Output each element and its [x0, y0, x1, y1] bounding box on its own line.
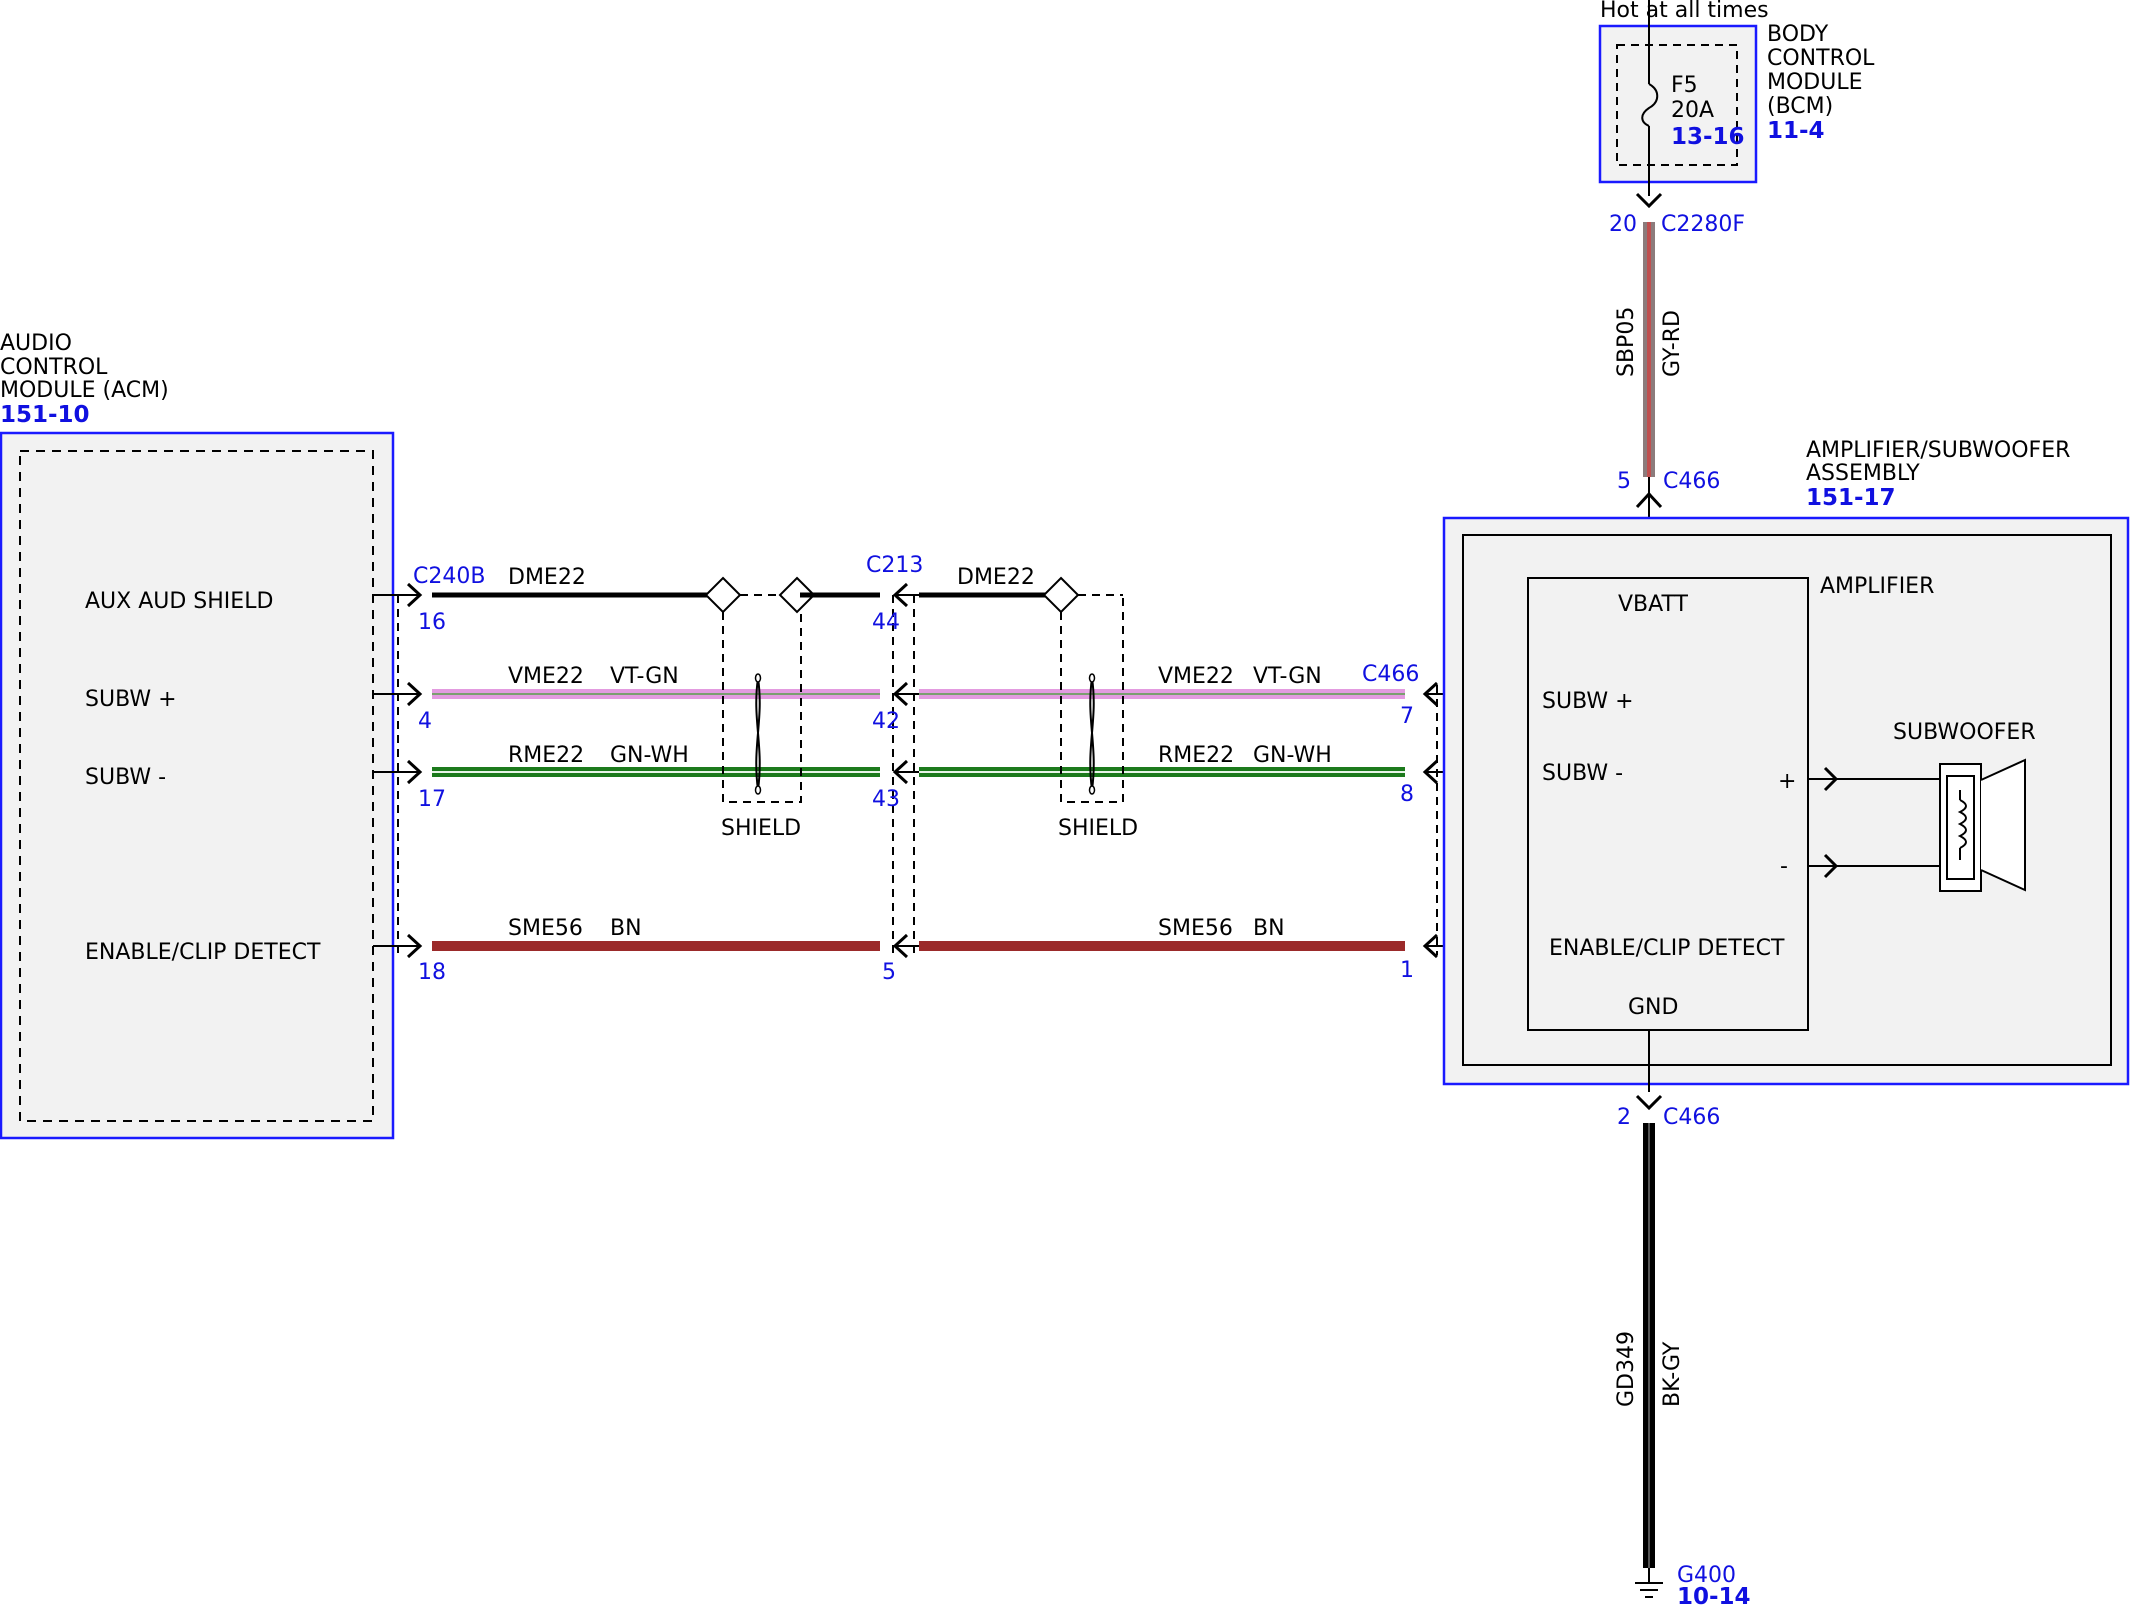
- acm-title-line-2: CONTROL: [0, 355, 108, 380]
- subwoofer-label: SUBWOOFER: [1893, 720, 2036, 745]
- wire-vme22-left-stripe: [432, 693, 880, 695]
- wire-gd349-color: BK-GY: [1660, 1341, 1685, 1407]
- wire-sme56-right: [919, 941, 1405, 951]
- subwoofer-speaker-icon: [1939, 758, 2026, 892]
- wire-vme22-label-right: VME22: [1158, 664, 1234, 689]
- acm-title-line-1: AUDIO: [0, 331, 72, 356]
- ground-ref: 10-14: [1677, 1584, 1751, 1606]
- amp-vbatt: VBATT: [1618, 592, 1689, 617]
- bcm-title-line-1: BODY: [1767, 22, 1829, 47]
- c240b-label: C240B: [413, 564, 485, 589]
- wire-dme22-label-left: DME22: [508, 565, 586, 590]
- wire-vme22-right-stripe: [919, 693, 1405, 695]
- bcm-title-line-4: (BCM): [1767, 94, 1833, 119]
- c2280f-pin-20: 20: [1609, 212, 1637, 237]
- hot-at-all-times-label: Hot at all times: [1600, 0, 1769, 23]
- c2280f-label: C2280F: [1661, 212, 1745, 237]
- amp-title-line-1: AMPLIFIER/SUBWOOFER: [1806, 438, 2070, 463]
- amp-minus-terminal: -: [1780, 854, 1788, 879]
- acm-module: AUDIO CONTROL MODULE (ACM) 151-10 AUX AU…: [0, 331, 395, 1140]
- wire-vt-gn-label-right: VT-GN: [1253, 664, 1322, 689]
- amp-plus-terminal: +: [1778, 769, 1796, 794]
- acm-pin-subw-minus: SUBW -: [85, 765, 166, 790]
- c240b-pin-17: 17: [418, 787, 446, 812]
- wire-rme22-label-right: RME22: [1158, 743, 1234, 768]
- amp-subw-plus: SUBW +: [1542, 689, 1634, 714]
- shield-splice-icon: [1042, 576, 1080, 614]
- wire-rme22-right-stripe: [919, 771, 1405, 773]
- wire-rme22-label-left: RME22: [508, 743, 584, 768]
- acm-ref: 151-10: [0, 402, 90, 428]
- wire-sme56-left: [432, 941, 880, 951]
- shield-label-left: SHIELD: [721, 816, 801, 841]
- shield-label-right: SHIELD: [1058, 816, 1138, 841]
- wire-sbp05-color: GY-RD: [1660, 310, 1685, 377]
- bcm-module: Hot at all times BODY CONTROL MODULE (BC…: [1598, 0, 1875, 237]
- c240b-pin-18: 18: [418, 960, 446, 985]
- wire-bn-label-right: BN: [1253, 916, 1285, 941]
- acm-pin-enable-clip-detect: ENABLE/CLIP DETECT: [85, 940, 321, 965]
- c213-label: C213: [866, 553, 923, 578]
- wire-bn-label-left: BN: [610, 916, 642, 941]
- wire-segment-right: DME22 VME22 VT-GN RME22 GN-WH SME56 BN S…: [919, 565, 1405, 951]
- bcm-title-line-2: CONTROL: [1767, 46, 1875, 71]
- wire-dme22-label-right: DME22: [957, 565, 1035, 590]
- c466-pin-5: 5: [1617, 469, 1631, 494]
- amplifier-block: [1527, 577, 1809, 1031]
- wire-rme22-left-stripe: [432, 771, 880, 773]
- wire-segment-left: DME22 VME22 VT-GN RME22 GN-WH SME56 BN S…: [432, 565, 880, 951]
- wire-vme22-label-left: VME22: [508, 664, 584, 689]
- c213-pin-44: 44: [872, 610, 900, 635]
- acm-pin-aux-aud-shield: AUX AUD SHIELD: [85, 589, 273, 614]
- c213-pin-5: 5: [882, 960, 896, 985]
- acm-title-line-3: MODULE (ACM): [0, 378, 169, 403]
- fuse-ref: 13-16: [1671, 124, 1745, 150]
- shield-splice-icon: [704, 576, 742, 614]
- c466-top-label: C466: [1663, 469, 1720, 494]
- wire-sbp05-circuit: SBP05: [1614, 307, 1639, 377]
- c466-side-label: C466: [1362, 662, 1419, 687]
- wire-vt-gn-label-left: VT-GN: [610, 664, 679, 689]
- c466-bottom-label: C466: [1663, 1105, 1720, 1130]
- c466-bottom-arrow-icon: [1635, 1094, 1663, 1111]
- c466-pin-7: 7: [1400, 704, 1414, 729]
- c240b-pin-16: 16: [418, 610, 446, 635]
- fuse-rating: 20A: [1671, 98, 1714, 123]
- wire-gn-wh-label-right: GN-WH: [1253, 743, 1332, 768]
- wire-sbp05-stripe: [1647, 222, 1651, 477]
- acm-pin-subw-plus: SUBW +: [85, 687, 177, 712]
- bcm-ref: 11-4: [1767, 118, 1825, 144]
- wire-sme56-label-right: SME56: [1158, 916, 1233, 941]
- c213-pin-43: 43: [872, 787, 900, 812]
- wire-gn-wh-label-left: GN-WH: [610, 743, 689, 768]
- c466-pin-8: 8: [1400, 782, 1414, 807]
- wire-sme56-label-left: SME56: [508, 916, 583, 941]
- c466-pin-1: 1: [1400, 958, 1414, 983]
- bcm-title-line-3: MODULE: [1767, 70, 1863, 95]
- wire-gd349-stripe: [1648, 1123, 1650, 1568]
- c466-pin-2: 2: [1617, 1105, 1631, 1130]
- amp-gnd: GND: [1628, 995, 1678, 1020]
- fuse-name: F5: [1671, 73, 1698, 98]
- amp-subw-minus: SUBW -: [1542, 761, 1623, 786]
- amp-enable-clip-detect: ENABLE/CLIP DETECT: [1549, 936, 1785, 961]
- acm-box: [0, 431, 395, 1140]
- wiring-diagram: Hot at all times BODY CONTROL MODULE (BC…: [0, 0, 2130, 1606]
- wire-gd349-circuit: GD349: [1614, 1331, 1639, 1407]
- c240b-pin-4: 4: [418, 709, 432, 734]
- amplifier-subwoofer-assembly: AMPLIFIER/SUBWOOFER ASSEMBLY 151-17 AMPL…: [1442, 438, 2130, 1092]
- amp-ref: 151-17: [1806, 485, 1896, 511]
- wire-gd349: 2 C466 GD349 BK-GY G400 10-14: [1614, 1094, 1751, 1606]
- amp-inner-label: AMPLIFIER: [1820, 574, 1934, 599]
- c213-pin-42: 42: [872, 709, 900, 734]
- amp-title-line-2: ASSEMBLY: [1806, 461, 1920, 486]
